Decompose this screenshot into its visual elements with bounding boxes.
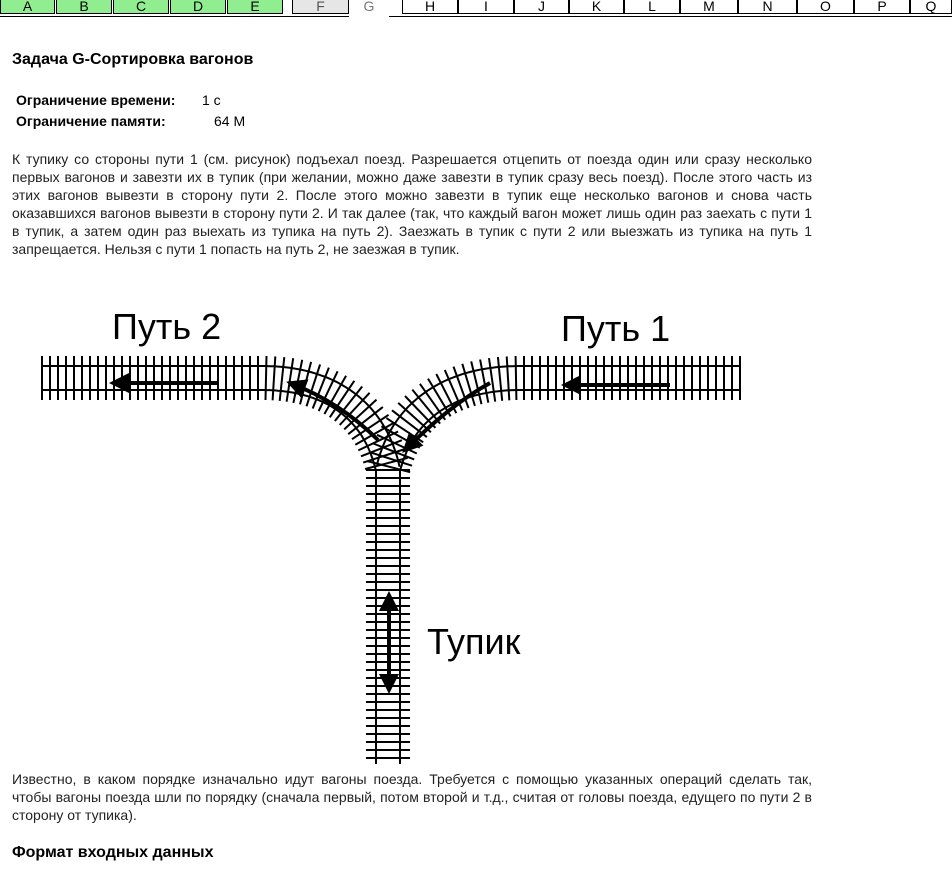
- rail-tie: [514, 355, 518, 401]
- rail-tie: [479, 359, 490, 403]
- rail-tie: [285, 358, 295, 402]
- rail-tie: [278, 356, 286, 402]
- rail-tie: [505, 356, 511, 401]
- rail-tie: [271, 356, 277, 401]
- rail-tie: [496, 356, 504, 401]
- arrow-curve-from-path1: [402, 381, 491, 453]
- label-path1: Путь 1: [561, 308, 670, 349]
- label-deadend: Тупик: [427, 621, 521, 662]
- statement-paragraph-2: Известно, в каком порядке изначально иду…: [12, 771, 812, 823]
- label-path2: Путь 2: [112, 306, 221, 347]
- input-format-heading: Формат входных данных: [12, 844, 214, 861]
- rail-tie: [292, 359, 304, 404]
- rail-tie: [488, 357, 497, 402]
- railway-figure: Путь 2 Путь 1 Тупик: [41, 306, 741, 764]
- rail-line: [375, 365, 740, 466]
- track-ties: [41, 355, 741, 759]
- rail-tie: [264, 355, 268, 401]
